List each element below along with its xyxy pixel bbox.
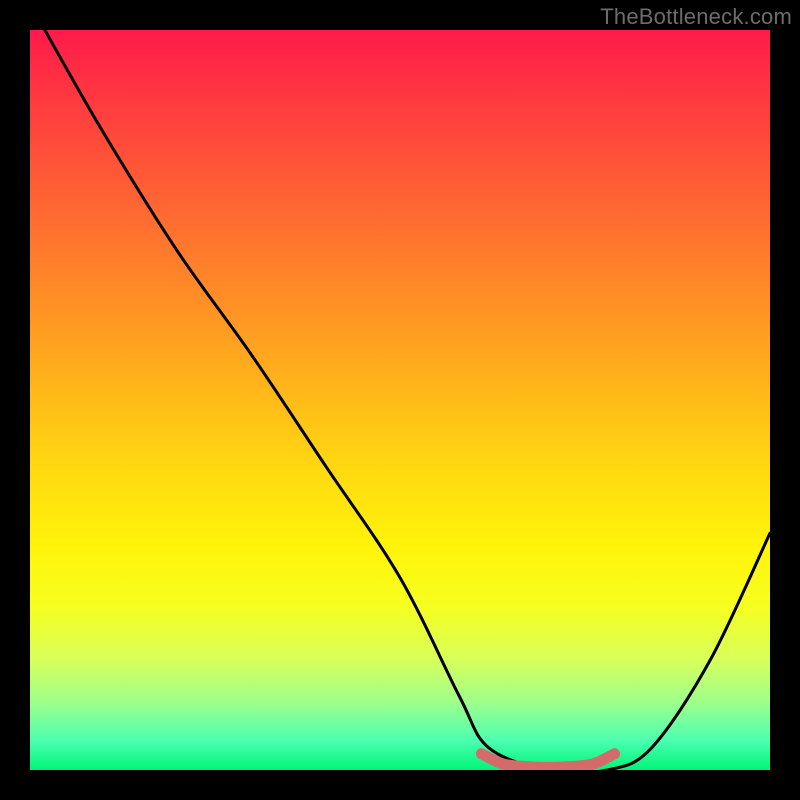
- bottleneck-curve-path: [45, 30, 770, 770]
- chart-plot-area: [30, 30, 770, 770]
- chart-frame: TheBottleneck.com: [0, 0, 800, 800]
- chart-svg: [30, 30, 770, 770]
- watermark-text: TheBottleneck.com: [600, 4, 792, 30]
